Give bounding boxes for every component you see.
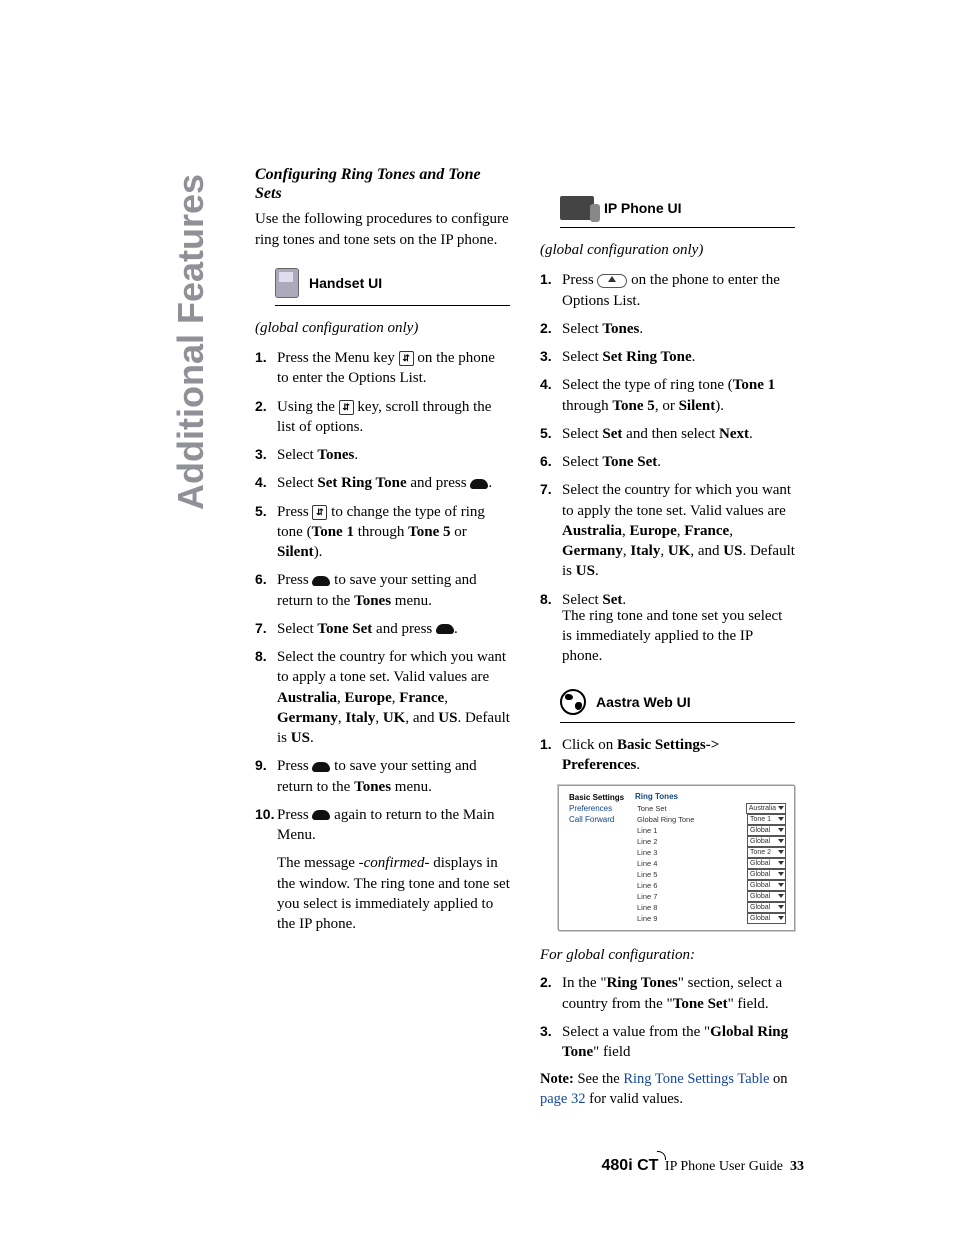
globe-icon xyxy=(560,689,586,715)
shot-row-label: Line 7 xyxy=(637,892,657,901)
shot-row-dropdown[interactable]: Global xyxy=(747,869,786,880)
shot-row-label: Line 2 xyxy=(637,837,657,846)
ip-step-5: Select Set and then select Next. xyxy=(540,424,795,444)
web-ui-screenshot: Basic Settings Preferences Call Forward … xyxy=(558,785,795,931)
shot-row-label: Line 9 xyxy=(637,914,657,923)
shot-row-label: Line 1 xyxy=(637,826,657,835)
shot-row-dropdown[interactable]: Australia xyxy=(746,803,786,814)
shot-main-head: Ring Tones xyxy=(635,792,788,803)
step-3: Select Tones. xyxy=(255,445,510,465)
handset-icon xyxy=(275,268,299,298)
step-6: Press to save your setting and return to… xyxy=(255,570,510,611)
ip-step-6: Select Tone Set. xyxy=(540,452,795,472)
up-key-icon xyxy=(312,762,330,772)
handset-ui-block: Handset UI xyxy=(275,268,510,306)
global-config-head: For global configuration: xyxy=(540,945,795,965)
shot-row: Line 8 Global xyxy=(635,902,788,913)
up-key-icon xyxy=(312,810,330,820)
step-9: Press to save your setting and return to… xyxy=(255,756,510,797)
web-ui-label: Aastra Web UI xyxy=(596,694,691,710)
handset-ui-label: Handset UI xyxy=(309,275,382,291)
web-steps-a: Click on Basic Settings-> Preferences. xyxy=(540,735,795,776)
shot-row-dropdown[interactable]: Tone 1 xyxy=(747,814,786,825)
menu-key-icon: ⇵ xyxy=(312,505,327,520)
shot-row-dropdown[interactable]: Global xyxy=(747,858,786,869)
shot-row-label: Global Ring Tone xyxy=(637,815,694,824)
step-8: Select the country for which you want to… xyxy=(255,647,510,748)
shot-row-dropdown[interactable]: Global xyxy=(747,880,786,891)
handset-confirm: The message -confirmed- displays in the … xyxy=(255,853,510,934)
shot-side-head: Basic Settings xyxy=(565,792,627,803)
footer-model: 480i CT xyxy=(602,1157,662,1174)
shot-row: Line 6 Global xyxy=(635,880,788,891)
shot-row: Line 3 Tone 2 xyxy=(635,847,788,858)
up-key-icon xyxy=(312,576,330,586)
shot-row-dropdown[interactable]: Tone 2 xyxy=(747,847,786,858)
step-4: Select Set Ring Tone and press . xyxy=(255,473,510,493)
shot-row: Global Ring Tone Tone 1 xyxy=(635,814,788,825)
web-steps-b: In the "Ring Tones" section, select a co… xyxy=(540,973,795,1062)
shot-row-label: Line 8 xyxy=(637,903,657,912)
step-2: Using the ⇵ key, scroll through the list… xyxy=(255,397,510,438)
ipphone-steps: Press on the phone to enter the Options … xyxy=(540,270,795,666)
ipphone-icon xyxy=(560,196,594,220)
shot-row-label: Line 4 xyxy=(637,859,657,868)
shot-row: Line 7 Global xyxy=(635,891,788,902)
up-key-icon xyxy=(436,624,454,634)
shot-row-dropdown[interactable]: Global xyxy=(747,836,786,847)
step-7: Select Tone Set and press . xyxy=(255,619,510,639)
ip-step-7: Select the country for which you want to… xyxy=(540,480,795,581)
ipphone-ui-block: IP Phone UI xyxy=(560,196,795,228)
web-note: Note: See the Ring Tone Settings Table o… xyxy=(540,1070,795,1109)
step-5: Press ⇵ to change the type of ring tone … xyxy=(255,502,510,563)
step-10: Press again to return to the Main Menu. xyxy=(255,805,510,846)
menu-key-icon: ⇵ xyxy=(399,351,414,366)
ipphone-ui-label: IP Phone UI xyxy=(604,200,682,216)
ip-step-2: Select Tones. xyxy=(540,319,795,339)
ip-step-1: Press on the phone to enter the Options … xyxy=(540,270,795,311)
web-step-3: Select a value from the "Global Ring Ton… xyxy=(540,1022,795,1063)
ip-step-8-tail: The ring tone and tone set you select is… xyxy=(562,606,795,667)
shot-row-label: Line 6 xyxy=(637,881,657,890)
up-key-icon xyxy=(470,479,488,489)
step-1: Press the Menu key ⇵ on the phone to ent… xyxy=(255,348,510,389)
side-tab-additional-features: Additional Features xyxy=(170,174,212,510)
confirmed-text: -confirmed- xyxy=(359,855,430,871)
web-step-2: In the "Ring Tones" section, select a co… xyxy=(540,973,795,1014)
page-footer: 480i CT IP Phone User Guide 33 xyxy=(602,1157,805,1175)
link-page-32[interactable]: page 32 xyxy=(540,1091,586,1107)
menu-key-icon: ⇵ xyxy=(339,400,354,415)
link-ring-tone-table[interactable]: Ring Tone Settings Table xyxy=(623,1071,769,1087)
shot-row: Line 2 Global xyxy=(635,836,788,847)
handset-steps: Press the Menu key ⇵ on the phone to ent… xyxy=(255,348,510,845)
shot-side-item[interactable]: Preferences xyxy=(565,803,627,814)
footer-page: 33 xyxy=(790,1159,804,1174)
footer-text: IP Phone User Guide xyxy=(661,1159,783,1174)
shot-row: Line 5 Global xyxy=(635,869,788,880)
shot-row: Line 1 Global xyxy=(635,825,788,836)
options-key-icon xyxy=(597,274,627,288)
web-ui-block: Aastra Web UI xyxy=(560,689,795,723)
ip-step-4: Select the type of ring tone (Tone 1 thr… xyxy=(540,375,795,416)
shot-row: Line 9 Global xyxy=(635,913,788,924)
section-title: Configuring Ring Tones and Tone Sets xyxy=(255,165,510,203)
ip-step-8: Select Set. The ring tone and tone set y… xyxy=(540,590,795,667)
shot-side-item[interactable]: Call Forward xyxy=(565,814,627,825)
shot-row-dropdown[interactable]: Global xyxy=(747,913,786,924)
shot-row-dropdown[interactable]: Global xyxy=(747,902,786,913)
shot-row-label: Line 3 xyxy=(637,848,657,857)
shot-row-label: Line 5 xyxy=(637,870,657,879)
shot-row: Tone Set Australia xyxy=(635,803,788,814)
shot-row-label: Tone Set xyxy=(637,804,667,813)
shot-row-dropdown[interactable]: Global xyxy=(747,891,786,902)
web-step-1: Click on Basic Settings-> Preferences. xyxy=(540,735,795,776)
ip-step-3: Select Set Ring Tone. xyxy=(540,347,795,367)
shot-row: Line 4 Global xyxy=(635,858,788,869)
ipphone-note: (global configuration only) xyxy=(540,240,795,260)
intro-text: Use the following procedures to configur… xyxy=(255,209,510,250)
handset-note: (global configuration only) xyxy=(255,318,510,338)
shot-row-dropdown[interactable]: Global xyxy=(747,825,786,836)
